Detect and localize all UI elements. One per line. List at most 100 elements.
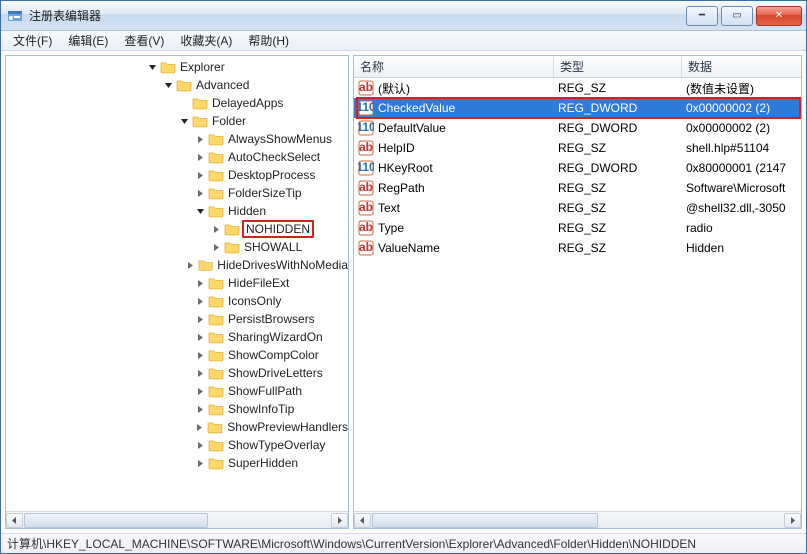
scroll-left-button[interactable] — [6, 513, 23, 528]
tree-label: Advanced — [196, 78, 249, 92]
values-scroll-area[interactable]: ab(默认)REG_SZ(数值未设置)110CheckedValueREG_DW… — [354, 78, 801, 511]
column-name[interactable]: 名称 — [354, 56, 554, 77]
value-type-cell: REG_SZ — [558, 81, 686, 95]
tree-item-sharingwizardon[interactable]: SharingWizardOn — [6, 328, 348, 346]
tree-item-showall[interactable]: SHOWALL — [6, 238, 348, 256]
tree-item-foldersizetip[interactable]: FolderSizeTip — [6, 184, 348, 202]
tree-item-iconsonly[interactable]: IconsOnly — [6, 292, 348, 310]
expander-closed-icon[interactable] — [194, 331, 206, 343]
expander-closed-icon[interactable] — [194, 277, 206, 289]
app-icon — [7, 8, 23, 24]
expander-open-icon[interactable] — [162, 79, 174, 91]
expander-closed-icon[interactable] — [194, 313, 206, 325]
tree-item-nohidden[interactable]: NOHIDDEN — [6, 220, 348, 238]
tree-item-showpreviewhandlers[interactable]: ShowPreviewHandlers — [6, 418, 348, 436]
expander-closed-icon[interactable] — [194, 457, 206, 469]
scroll-right-button[interactable] — [331, 513, 348, 528]
value-type-cell: REG_DWORD — [558, 161, 686, 175]
expander-open-icon[interactable] — [178, 115, 190, 127]
scroll-thumb[interactable] — [24, 513, 208, 528]
tree-item-hidedriveswithnomedia[interactable]: HideDrivesWithNoMedia — [6, 256, 348, 274]
expander-closed-icon[interactable] — [194, 169, 206, 181]
value-row[interactable]: abHelpIDREG_SZshell.hlp#51104 — [354, 138, 801, 158]
expander-closed-icon[interactable] — [194, 403, 206, 415]
title-bar[interactable]: 注册表编辑器 ━ ▭ ✕ — [1, 1, 806, 31]
tree-hscrollbar[interactable] — [6, 511, 348, 528]
folder-icon — [208, 330, 224, 344]
tree-item-persistbrowsers[interactable]: PersistBrowsers — [6, 310, 348, 328]
expander-closed-icon[interactable] — [194, 295, 206, 307]
value-type-cell: REG_SZ — [558, 141, 686, 155]
value-row[interactable]: abValueNameREG_SZHidden — [354, 238, 801, 258]
value-data-cell: @shell32.dll,-3050 — [686, 201, 797, 215]
column-type[interactable]: 类型 — [554, 56, 682, 77]
value-name-cell: 110DefaultValue — [358, 120, 558, 136]
value-row[interactable]: 110HKeyRootREG_DWORD0x80000001 (2147 — [354, 158, 801, 178]
expander-open-icon[interactable] — [194, 205, 206, 217]
menu-view[interactable]: 查看(V) — [116, 30, 172, 51]
expander-closed-icon[interactable] — [194, 133, 206, 145]
tree-item-desktopprocess[interactable]: DesktopProcess — [6, 166, 348, 184]
expander-closed-icon[interactable] — [210, 223, 222, 235]
column-data[interactable]: 数据 — [682, 56, 801, 77]
expander-closed-icon[interactable] — [194, 187, 206, 199]
tree-label: HideFileExt — [228, 276, 289, 290]
tree-item-showcompcolor[interactable]: ShowCompColor — [6, 346, 348, 364]
expander-closed-icon[interactable] — [210, 241, 222, 253]
svg-text:ab: ab — [359, 200, 373, 214]
value-row[interactable]: abRegPathREG_SZSoftware\Microsoft — [354, 178, 801, 198]
tree-scroll-area[interactable]: Explorer Advanced DelayedApps Folder AlwaysS… — [6, 56, 348, 511]
value-row[interactable]: abTextREG_SZ@shell32.dll,-3050 — [354, 198, 801, 218]
tree-item-showtypeoverlay[interactable]: ShowTypeOverlay — [6, 436, 348, 454]
value-row[interactable]: abTypeREG_SZradio — [354, 218, 801, 238]
expander-closed-icon[interactable] — [194, 439, 206, 451]
tree-item-hidefileext[interactable]: HideFileExt — [6, 274, 348, 292]
svg-text:ab: ab — [359, 180, 373, 194]
minimize-button[interactable]: ━ — [686, 6, 718, 26]
maximize-button[interactable]: ▭ — [721, 6, 753, 26]
menu-file[interactable]: 文件(F) — [5, 30, 60, 51]
tree-pane: Explorer Advanced DelayedApps Folder AlwaysS… — [5, 55, 349, 529]
tree-item-explorer[interactable]: Explorer — [6, 58, 348, 76]
menu-help[interactable]: 帮助(H) — [240, 30, 297, 51]
expander-closed-icon[interactable] — [194, 367, 206, 379]
expander-open-icon[interactable] — [146, 61, 158, 73]
value-row[interactable]: ab(默认)REG_SZ(数值未设置) — [354, 78, 801, 98]
folder-icon — [224, 240, 240, 254]
tree-item-alwaysshowmenus[interactable]: AlwaysShowMenus — [6, 130, 348, 148]
scroll-right-button[interactable] — [784, 513, 801, 528]
tree-label: AlwaysShowMenus — [228, 132, 332, 146]
tree-item-showdriveletters[interactable]: ShowDriveLetters — [6, 364, 348, 382]
expander-closed-icon[interactable] — [194, 151, 206, 163]
scroll-left-button[interactable] — [354, 513, 371, 528]
expander-closed-icon[interactable] — [185, 259, 196, 271]
folder-icon — [208, 438, 224, 452]
tree-item-showinfotip[interactable]: ShowInfoTip — [6, 400, 348, 418]
scroll-thumb[interactable] — [372, 513, 598, 528]
tree-item-hidden[interactable]: Hidden — [6, 202, 348, 220]
tree-item-showfullpath[interactable]: ShowFullPath — [6, 382, 348, 400]
tree-label: ShowDriveLetters — [228, 366, 323, 380]
tree-item-superhidden[interactable]: SuperHidden — [6, 454, 348, 472]
tree-item-delayedapps[interactable]: DelayedApps — [6, 94, 348, 112]
tree-item-advanced[interactable]: Advanced — [6, 76, 348, 94]
scroll-track[interactable] — [372, 513, 783, 528]
tree-item-folder[interactable]: Folder — [6, 112, 348, 130]
value-row[interactable]: 110CheckedValueREG_DWORD0x00000002 (2) — [354, 98, 801, 118]
expander-closed-icon[interactable] — [194, 349, 206, 361]
expander-closed-icon[interactable] — [193, 421, 205, 433]
value-data-cell: shell.hlp#51104 — [686, 141, 797, 155]
menu-favorites[interactable]: 收藏夹(A) — [172, 30, 240, 51]
value-row[interactable]: 110DefaultValueREG_DWORD0x00000002 (2) — [354, 118, 801, 138]
folder-icon — [208, 312, 224, 326]
folder-icon — [208, 150, 224, 164]
scroll-track[interactable] — [24, 513, 330, 528]
registry-tree: Explorer Advanced DelayedApps Folder AlwaysS… — [6, 56, 348, 478]
close-button[interactable]: ✕ — [756, 6, 802, 26]
tree-item-autocheckselect[interactable]: AutoCheckSelect — [6, 148, 348, 166]
string-value-icon: ab — [358, 140, 374, 156]
menu-edit[interactable]: 编辑(E) — [60, 30, 116, 51]
values-hscrollbar[interactable] — [354, 511, 801, 528]
expander-closed-icon[interactable] — [194, 385, 206, 397]
tree-label: Folder — [212, 114, 246, 128]
